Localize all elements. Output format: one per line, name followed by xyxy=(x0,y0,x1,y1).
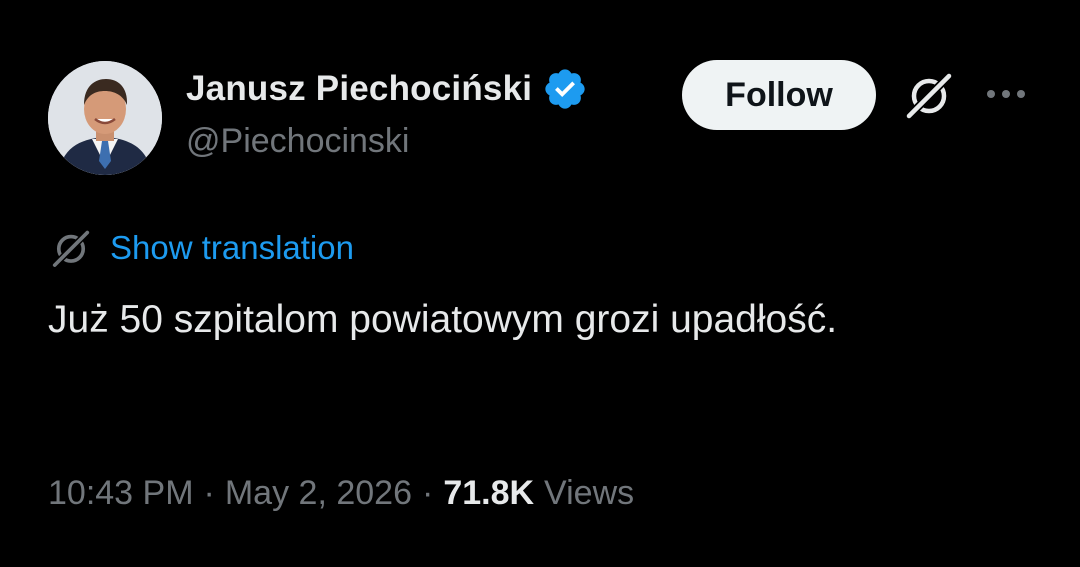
translate-icon xyxy=(48,225,94,271)
tweet-date[interactable]: May 2, 2026 xyxy=(225,474,412,513)
tweet-meta: 10:43 PM · May 2, 2026 · 71.8K Views xyxy=(48,470,634,516)
translation-row: Show translation xyxy=(48,226,354,270)
views-label: Views xyxy=(544,473,635,512)
handle[interactable]: @Piechocinski xyxy=(186,122,588,161)
tweet-card: Janusz Piechociński @Piechocinski Follow xyxy=(0,0,1080,567)
meta-separator: · xyxy=(203,473,215,512)
tweet-time[interactable]: 10:43 PM xyxy=(48,474,194,513)
tweet-text: Już 50 szpitalom powiatowym grozi upadło… xyxy=(48,298,838,341)
more-icon[interactable] xyxy=(982,74,1030,114)
grok-icon[interactable] xyxy=(898,64,960,126)
avatar[interactable] xyxy=(48,61,162,175)
author-info: Janusz Piechociński @Piechocinski xyxy=(186,66,588,161)
show-translation-link[interactable]: Show translation xyxy=(110,229,354,267)
name-row: Janusz Piechociński xyxy=(186,66,588,112)
verified-badge-icon[interactable] xyxy=(542,66,588,112)
follow-button[interactable]: Follow xyxy=(682,60,876,130)
display-name[interactable]: Janusz Piechociński xyxy=(186,69,532,109)
meta-separator: · xyxy=(421,473,434,512)
views-count: 71.8K xyxy=(443,473,535,512)
